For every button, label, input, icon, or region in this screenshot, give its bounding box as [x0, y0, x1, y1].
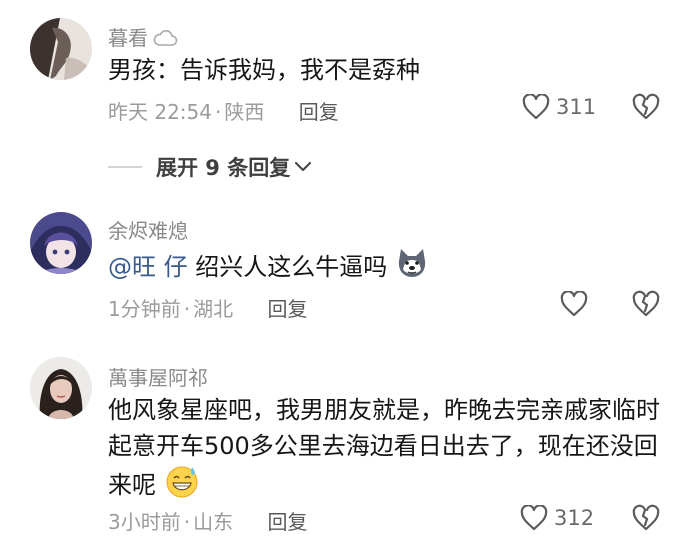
broken-heart-icon	[632, 93, 660, 120]
broken-heart-icon	[632, 290, 660, 317]
avatar[interactable]	[30, 18, 92, 80]
comment-meta: 3小时前 · 山东 回复	[108, 506, 307, 535]
username-text[interactable]: 暮看	[108, 26, 148, 50]
like-count: 312	[554, 506, 595, 530]
reply-button[interactable]: 回复	[267, 510, 307, 534]
reply-button[interactable]: 回复	[267, 297, 307, 321]
comment-text: @旺 仔 绍兴人这么牛逼吗	[108, 247, 668, 289]
divider	[108, 166, 142, 168]
like-button[interactable]: 312	[520, 505, 594, 531]
comment-time: 1分钟前	[108, 297, 181, 321]
grinning-sweat-emoji	[164, 464, 200, 508]
username[interactable]: 余烬难熄	[108, 215, 188, 244]
dislike-button[interactable]	[632, 93, 660, 121]
avatar[interactable]	[30, 357, 92, 419]
heart-icon	[520, 505, 548, 531]
like-button[interactable]	[560, 291, 594, 317]
cloud-icon	[152, 28, 178, 52]
comment-text: 男孩：告诉我妈，我不是孬种	[108, 56, 420, 84]
separator: ·	[215, 100, 222, 124]
heart-icon	[560, 291, 588, 317]
expand-replies-label: 展开 9 条回复	[156, 156, 291, 180]
separator: ·	[183, 510, 191, 534]
expand-replies-button[interactable]: 展开 9 条回复	[108, 152, 312, 182]
husky-dog-emoji	[395, 247, 429, 289]
comment-text-body: 绍兴人这么牛逼吗	[187, 253, 388, 281]
reply-button[interactable]: 回复	[299, 100, 339, 124]
comment-time: 3小时前	[108, 510, 181, 534]
broken-heart-icon	[632, 504, 660, 531]
comment-text: 他风象星座吧，我男朋友就是，昨晚去完亲戚家临时起意开车500多公里去海边看日出去…	[108, 392, 668, 508]
dislike-button[interactable]	[632, 504, 660, 532]
comment-meta: 昨天 22:54 · 陕西 回复	[108, 96, 339, 125]
mention-link[interactable]: @旺 仔	[108, 253, 188, 281]
avatar[interactable]	[30, 212, 92, 274]
comment-meta: 1分钟前 · 湖北 回复	[108, 293, 307, 322]
like-button[interactable]: 311	[522, 94, 596, 120]
separator: ·	[183, 297, 191, 321]
like-count: 311	[556, 95, 597, 119]
comment-location: 山东	[193, 510, 234, 534]
comment-time: 昨天 22:54	[108, 100, 212, 124]
chevron-down-icon	[295, 161, 312, 172]
heart-icon	[522, 94, 550, 120]
username[interactable]: 暮看	[108, 22, 178, 52]
comment-location: 陕西	[224, 100, 265, 124]
comment-location: 湖北	[193, 297, 234, 321]
username[interactable]: 萬事屋阿祁	[108, 362, 208, 391]
dislike-button[interactable]	[632, 290, 660, 318]
